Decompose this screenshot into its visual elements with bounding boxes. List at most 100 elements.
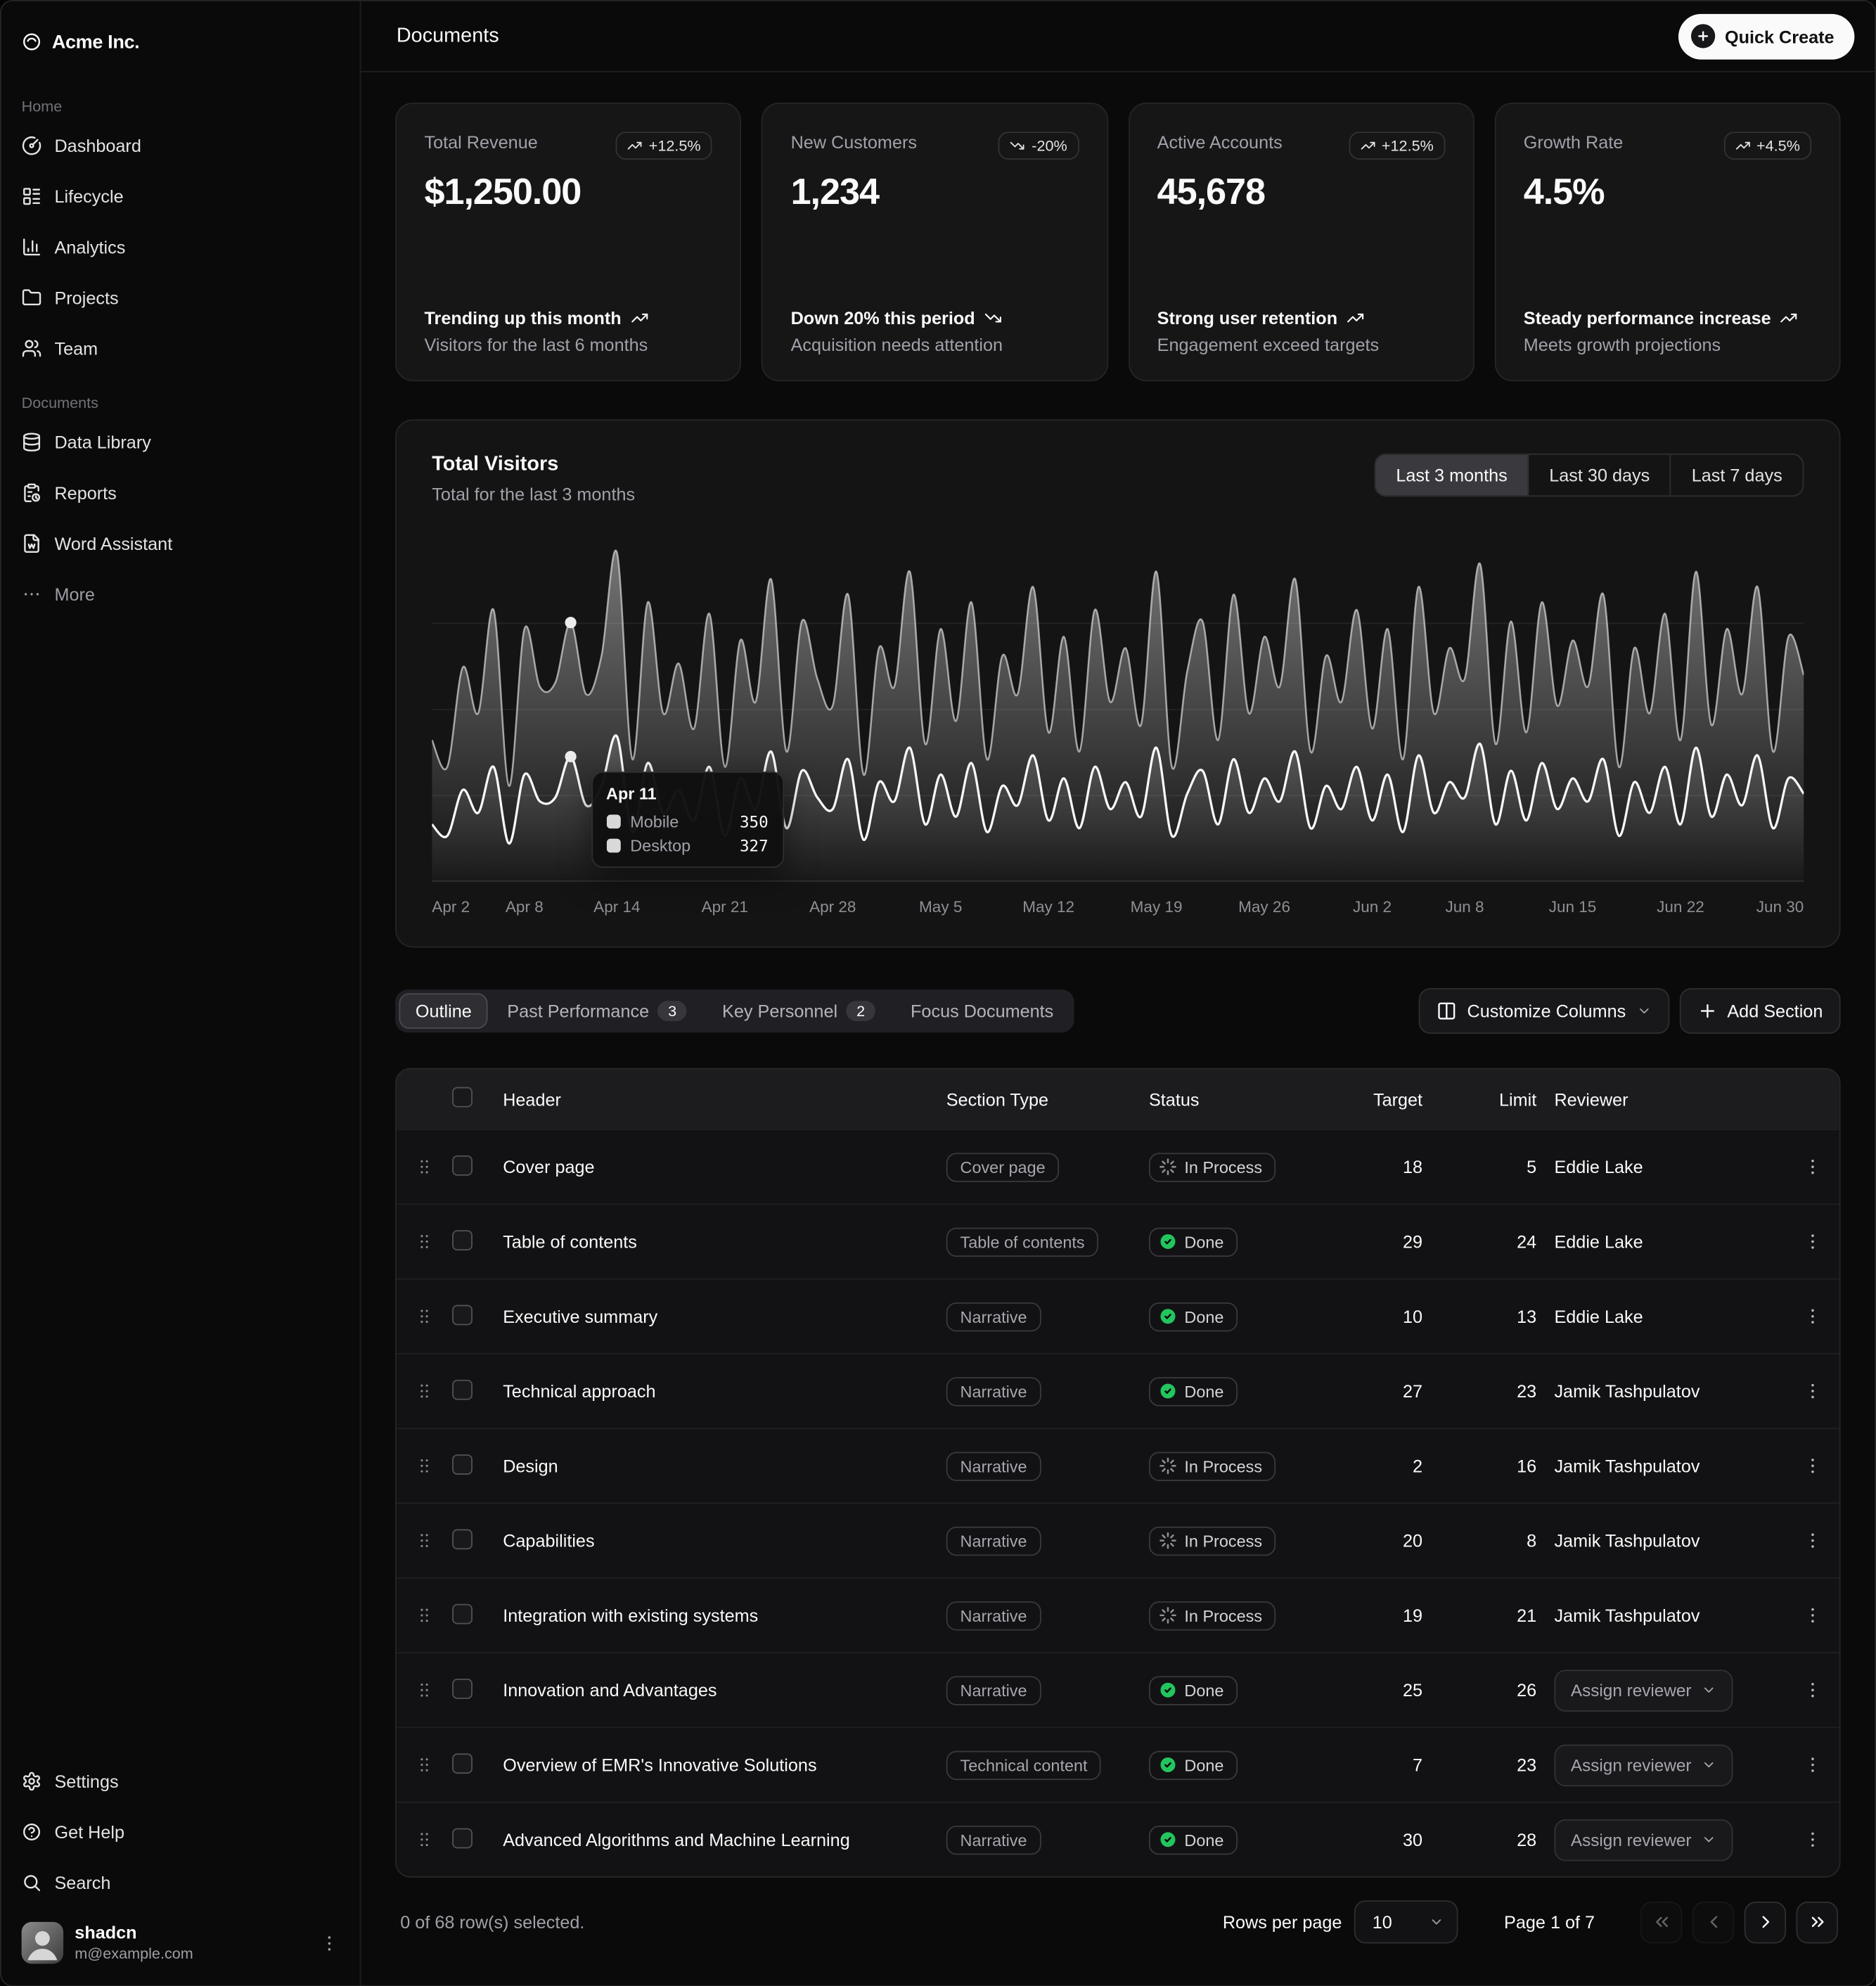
drag-handle[interactable] — [397, 1530, 452, 1551]
limit-value[interactable]: 23 — [1440, 1381, 1554, 1402]
prev-page-button[interactable] — [1692, 1901, 1734, 1942]
drag-handle-icon — [414, 1157, 435, 1177]
user-email: m@example.com — [75, 1945, 307, 1963]
drag-handle[interactable] — [397, 1381, 452, 1402]
limit-value[interactable]: 5 — [1440, 1157, 1554, 1177]
row-actions-button[interactable] — [1782, 1680, 1841, 1700]
row-actions-button[interactable] — [1782, 1157, 1841, 1177]
first-page-button[interactable] — [1640, 1901, 1682, 1942]
add-section-button[interactable]: Add Section — [1679, 988, 1841, 1034]
row-actions-button[interactable] — [1782, 1829, 1841, 1850]
limit-value[interactable]: 16 — [1440, 1456, 1554, 1476]
range-option-last-3-months[interactable]: Last 3 months — [1376, 455, 1528, 496]
limit-value[interactable]: 13 — [1440, 1306, 1554, 1326]
drag-handle[interactable] — [397, 1680, 452, 1700]
limit-value[interactable]: 24 — [1440, 1231, 1554, 1252]
target-value[interactable]: 7 — [1339, 1755, 1440, 1775]
drag-handle[interactable] — [397, 1606, 452, 1626]
limit-value[interactable]: 28 — [1440, 1829, 1554, 1850]
drag-handle[interactable] — [397, 1755, 452, 1775]
sidebar-item-lifecycle[interactable]: Lifecycle — [11, 176, 349, 217]
limit-value[interactable]: 21 — [1440, 1606, 1554, 1626]
assign-reviewer-select[interactable]: Assign reviewer — [1554, 1669, 1733, 1710]
section-title-link[interactable]: Table of contents — [503, 1231, 946, 1252]
trend-badge: +4.5% — [1723, 132, 1811, 160]
sidebar-item-word-assistant[interactable]: Word Assistant — [11, 523, 349, 564]
target-value[interactable]: 25 — [1339, 1680, 1440, 1700]
limit-value[interactable]: 26 — [1440, 1680, 1554, 1700]
last-page-button[interactable] — [1797, 1901, 1838, 1942]
tab-focus-documents[interactable]: Focus Documents — [894, 993, 1070, 1028]
row-checkbox[interactable] — [452, 1155, 473, 1175]
sidebar-item-dashboard[interactable]: Dashboard — [11, 125, 349, 166]
trend-up-icon — [1735, 138, 1750, 153]
section-title-link[interactable]: Overview of EMR's Innovative Solutions — [503, 1755, 946, 1775]
user-menu-icon[interactable] — [319, 1933, 340, 1953]
row-checkbox[interactable] — [452, 1379, 473, 1399]
section-title-link[interactable]: Capabilities — [503, 1530, 946, 1551]
drag-handle[interactable] — [397, 1829, 452, 1850]
sidebar-item-team[interactable]: Team — [11, 328, 349, 369]
sidebar-item-more[interactable]: More — [11, 574, 349, 615]
section-title-link[interactable]: Design — [503, 1456, 946, 1476]
section-title-link[interactable]: Cover page — [503, 1157, 946, 1177]
limit-value[interactable]: 23 — [1440, 1755, 1554, 1775]
sidebar-item-settings[interactable]: Settings — [11, 1761, 349, 1802]
row-checkbox[interactable] — [452, 1305, 473, 1325]
select-all-checkbox[interactable] — [452, 1087, 473, 1108]
section-title-link[interactable]: Advanced Algorithms and Machine Learning — [503, 1829, 946, 1850]
target-value[interactable]: 19 — [1339, 1606, 1440, 1626]
drag-handle[interactable] — [397, 1306, 452, 1326]
next-page-button[interactable] — [1745, 1901, 1786, 1942]
sidebar-item-search[interactable]: Search — [11, 1862, 349, 1903]
row-actions-button[interactable] — [1782, 1456, 1841, 1476]
target-value[interactable]: 10 — [1339, 1306, 1440, 1326]
target-value[interactable]: 29 — [1339, 1231, 1440, 1252]
limit-value[interactable]: 8 — [1440, 1530, 1554, 1551]
section-title-link[interactable]: Executive summary — [503, 1306, 946, 1326]
row-actions-button[interactable] — [1782, 1306, 1841, 1326]
row-actions-button[interactable] — [1782, 1755, 1841, 1775]
org-switcher[interactable]: Acme Inc. — [11, 11, 349, 72]
quick-create-button[interactable]: Quick Create — [1678, 13, 1854, 59]
tab-past-performance[interactable]: Past Performance3 — [491, 993, 703, 1028]
row-actions-button[interactable] — [1782, 1381, 1841, 1402]
drag-handle[interactable] — [397, 1231, 452, 1252]
sidebar-item-reports[interactable]: Reports — [11, 473, 349, 513]
row-actions-button[interactable] — [1782, 1231, 1841, 1252]
row-actions-button[interactable] — [1782, 1530, 1841, 1551]
drag-handle[interactable] — [397, 1456, 452, 1476]
row-checkbox[interactable] — [452, 1529, 473, 1549]
user-menu[interactable]: shadcn m@example.com — [11, 1913, 349, 1973]
sidebar-item-projects[interactable]: Projects — [11, 278, 349, 319]
target-value[interactable]: 18 — [1339, 1157, 1440, 1177]
section-title-link[interactable]: Integration with existing systems — [503, 1606, 946, 1626]
row-checkbox[interactable] — [452, 1229, 473, 1250]
sidebar-item-get-help[interactable]: Get Help — [11, 1812, 349, 1852]
tab-key-personnel[interactable]: Key Personnel2 — [706, 993, 892, 1028]
assign-reviewer-select[interactable]: Assign reviewer — [1554, 1744, 1733, 1786]
sidebar-item-analytics[interactable]: Analytics — [11, 226, 349, 267]
target-value[interactable]: 27 — [1339, 1381, 1440, 1402]
section-title-link[interactable]: Technical approach — [503, 1381, 946, 1402]
range-option-last-30-days[interactable]: Last 30 days — [1528, 455, 1670, 496]
brand-name: Acme Inc. — [52, 31, 139, 53]
section-title-link[interactable]: Innovation and Advantages — [503, 1680, 946, 1700]
assign-reviewer-select[interactable]: Assign reviewer — [1554, 1819, 1733, 1860]
target-value[interactable]: 20 — [1339, 1530, 1440, 1551]
row-checkbox[interactable] — [452, 1753, 473, 1773]
tab-outline[interactable]: Outline — [399, 993, 488, 1028]
row-actions-button[interactable] — [1782, 1606, 1841, 1626]
row-checkbox[interactable] — [452, 1454, 473, 1474]
target-value[interactable]: 30 — [1339, 1829, 1440, 1850]
row-checkbox[interactable] — [452, 1828, 473, 1848]
range-option-last-7-days[interactable]: Last 7 days — [1670, 455, 1802, 496]
customize-columns-button[interactable]: Customize Columns — [1419, 988, 1669, 1034]
target-value[interactable]: 2 — [1339, 1456, 1440, 1476]
sidebar-item-data-library[interactable]: Data Library — [11, 422, 349, 463]
row-checkbox[interactable] — [452, 1603, 473, 1624]
sidebar-footer: Settings Get Help Search shadcn m@example.… — [11, 1761, 349, 1975]
row-checkbox[interactable] — [452, 1678, 473, 1698]
rows-per-page-select[interactable]: 10 — [1354, 1900, 1458, 1943]
drag-handle[interactable] — [397, 1157, 452, 1177]
